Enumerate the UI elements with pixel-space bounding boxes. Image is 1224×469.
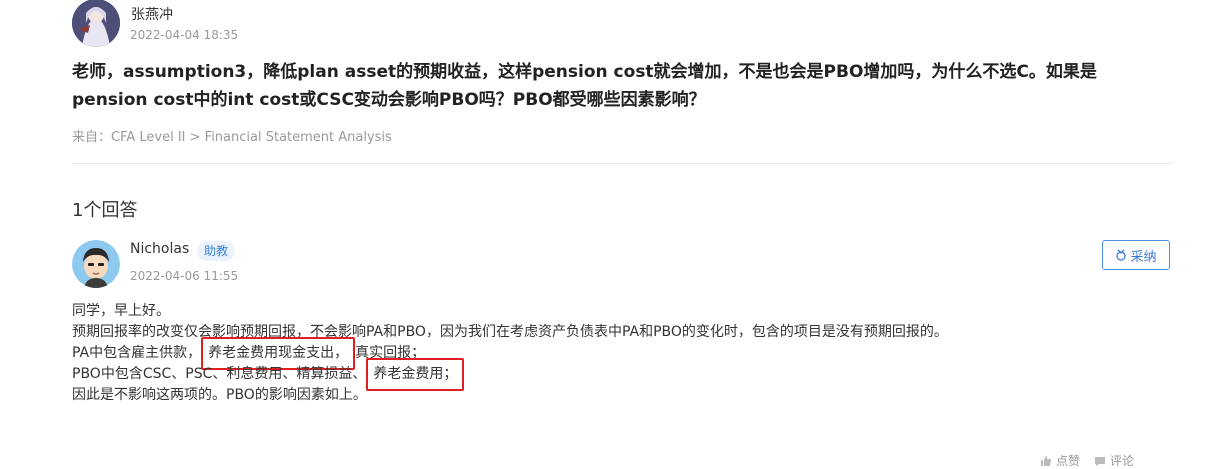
thumbs-up-icon bbox=[1041, 455, 1051, 466]
comment-label: 评论 bbox=[1110, 454, 1135, 468]
answer-text: PBO中包含CSC、PSC、利息费用、精算损益、 bbox=[72, 366, 367, 382]
answer-author-avatar[interactable] bbox=[72, 240, 120, 288]
question-timestamp: 2022-04-04 18:35 bbox=[130, 28, 239, 42]
role-badge: 助教 bbox=[197, 241, 236, 261]
answer-text: PA中包含雇主供款， bbox=[72, 345, 202, 361]
accept-answer-button[interactable]: 采纳 bbox=[1102, 240, 1170, 270]
medal-icon bbox=[1116, 249, 1127, 261]
answers-count-heading: 1个回答 bbox=[72, 200, 138, 221]
comment-icon bbox=[1095, 456, 1106, 466]
like-label: 点赞 bbox=[1056, 454, 1081, 468]
answer-author-name[interactable]: Nicholas bbox=[130, 241, 189, 257]
highlighted-annotation: 养老金费用； bbox=[366, 358, 465, 391]
like-button[interactable]: 点赞 bbox=[1040, 452, 1080, 469]
answer-actions: 点赞 评论 bbox=[1040, 452, 1134, 469]
answer-line: PBO中包含CSC、PSC、利息费用、精算损益、 养老金费用； bbox=[72, 358, 1052, 391]
divider bbox=[72, 163, 1172, 164]
scrollbar[interactable] bbox=[1216, 0, 1224, 462]
answer-body: 同学，早上好。 预期回报率的改变仅会影响预期回报，不会影响PA和PBO，因为我们… bbox=[72, 301, 1052, 406]
question-source-breadcrumb[interactable]: 来自：CFA Level II > Financial Statement An… bbox=[72, 126, 392, 145]
answer-line: 同学，早上好。 bbox=[72, 303, 170, 319]
answer-line: PA中包含雇主供款， 养老金费用现金支出， 真实回报； bbox=[72, 337, 1052, 370]
answer-line: 因此是不影响这两项的。PBO的影响因素如上。 bbox=[72, 387, 367, 403]
question-author-name[interactable]: 张燕冲 bbox=[131, 4, 173, 24]
question-author-avatar[interactable] bbox=[72, 0, 120, 47]
comment-button[interactable]: 评论 bbox=[1094, 452, 1134, 469]
answer-timestamp: 2022-04-06 11:55 bbox=[130, 269, 239, 283]
accept-button-label: 采纳 bbox=[1130, 249, 1157, 265]
question-title: 老师，assumption3，降低plan asset的预期收益，这样pensi… bbox=[72, 62, 1097, 110]
